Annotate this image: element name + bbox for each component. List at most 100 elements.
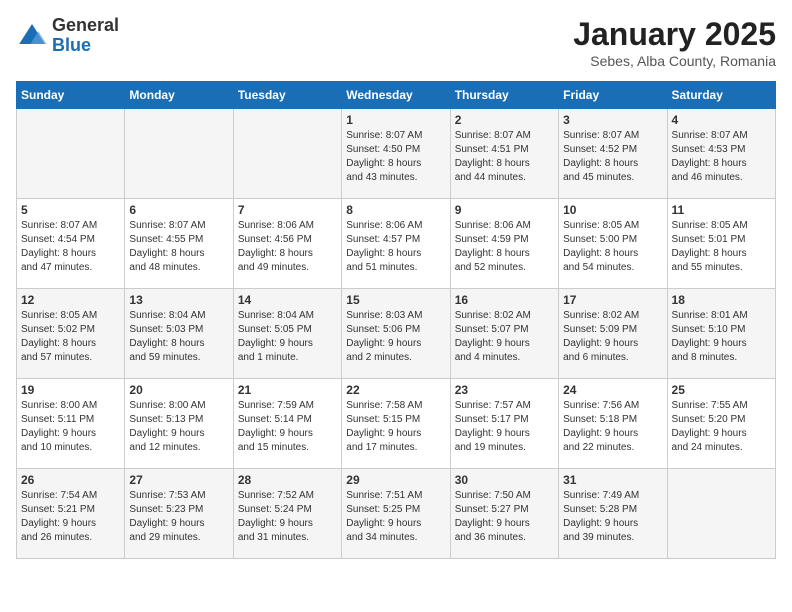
day-number: 15 [346,293,445,307]
week-row-1: 5 Sunrise: 8:07 AM Sunset: 4:54 PM Daylig… [17,199,776,289]
day-number: 16 [455,293,554,307]
day-info: Sunrise: 8:07 AM Sunset: 4:55 PM Dayligh… [129,219,228,275]
day-number: 28 [238,473,337,487]
calendar-cell: 2 Sunrise: 8:07 AM Sunset: 4:51 PM Daylig… [450,109,558,199]
day-number: 2 [455,113,554,127]
day-number: 3 [563,113,662,127]
calendar-cell: 22 Sunrise: 7:58 AM Sunset: 5:15 PM Dayli… [342,379,450,469]
day-number: 25 [672,383,771,397]
calendar-cell: 29 Sunrise: 7:51 AM Sunset: 5:25 PM Dayli… [342,469,450,559]
day-number: 5 [21,203,120,217]
calendar-cell: 12Sunrise: 8:05 AM Sunset: 5:02 PM Dayli… [17,289,125,379]
subtitle: Sebes, Alba County, Romania [573,53,776,69]
calendar-body: 1 Sunrise: 8:07 AM Sunset: 4:50 PM Daylig… [17,109,776,559]
calendar-cell: 13Sunrise: 8:04 AM Sunset: 5:03 PM Dayli… [125,289,233,379]
calendar-cell [667,469,775,559]
day-number: 29 [346,473,445,487]
header-saturday: Saturday [667,82,775,109]
day-info: Sunrise: 8:07 AM Sunset: 4:52 PM Dayligh… [563,129,662,185]
calendar-cell: 23 Sunrise: 7:57 AM Sunset: 5:17 PM Dayli… [450,379,558,469]
day-info: Sunrise: 8:06 AM Sunset: 4:59 PM Dayligh… [455,219,554,275]
day-number: 7 [238,203,337,217]
title-block: January 2025 Sebes, Alba County, Romania [573,16,776,69]
calendar-cell: 1 Sunrise: 8:07 AM Sunset: 4:50 PM Daylig… [342,109,450,199]
logo-text: General Blue [52,16,119,56]
day-info: Sunrise: 7:54 AM Sunset: 5:21 PM Dayligh… [21,489,120,545]
day-info: Sunrise: 7:58 AM Sunset: 5:15 PM Dayligh… [346,399,445,455]
day-number: 20 [129,383,228,397]
logo-icon [16,20,48,52]
logo-general-text: General [52,16,119,36]
day-number: 23 [455,383,554,397]
calendar-cell: 30Sunrise: 7:50 AM Sunset: 5:27 PM Dayli… [450,469,558,559]
calendar-cell: 7 Sunrise: 8:06 AM Sunset: 4:56 PM Daylig… [233,199,341,289]
day-number: 18 [672,293,771,307]
day-info: Sunrise: 8:06 AM Sunset: 4:56 PM Dayligh… [238,219,337,275]
day-number: 10 [563,203,662,217]
day-info: Sunrise: 8:03 AM Sunset: 5:06 PM Dayligh… [346,309,445,365]
day-number: 1 [346,113,445,127]
calendar-cell: 25 Sunrise: 7:55 AM Sunset: 5:20 PM Dayli… [667,379,775,469]
calendar-cell: 20 Sunrise: 8:00 AM Sunset: 5:13 PM Dayli… [125,379,233,469]
calendar-cell: 10Sunrise: 8:05 AM Sunset: 5:00 PM Dayli… [559,199,667,289]
day-info: Sunrise: 8:02 AM Sunset: 5:07 PM Dayligh… [455,309,554,365]
day-number: 14 [238,293,337,307]
day-number: 24 [563,383,662,397]
day-number: 31 [563,473,662,487]
day-info: Sunrise: 7:52 AM Sunset: 5:24 PM Dayligh… [238,489,337,545]
calendar-cell: 9Sunrise: 8:06 AM Sunset: 4:59 PM Daylig… [450,199,558,289]
calendar-cell: 11 Sunrise: 8:05 AM Sunset: 5:01 PM Dayli… [667,199,775,289]
day-info: Sunrise: 8:05 AM Sunset: 5:01 PM Dayligh… [672,219,771,275]
day-number: 27 [129,473,228,487]
calendar-cell: 24 Sunrise: 7:56 AM Sunset: 5:18 PM Dayli… [559,379,667,469]
header-row: SundayMondayTuesdayWednesdayThursdayFrid… [17,82,776,109]
page-header: General Blue January 2025 Sebes, Alba Co… [16,16,776,69]
logo: General Blue [16,16,119,56]
day-number: 22 [346,383,445,397]
calendar-cell: 14 Sunrise: 8:04 AM Sunset: 5:05 PM Dayli… [233,289,341,379]
day-number: 6 [129,203,228,217]
day-info: Sunrise: 7:50 AM Sunset: 5:27 PM Dayligh… [455,489,554,545]
header-sunday: Sunday [17,82,125,109]
day-info: Sunrise: 7:57 AM Sunset: 5:17 PM Dayligh… [455,399,554,455]
calendar-cell: 31Sunrise: 7:49 AM Sunset: 5:28 PM Dayli… [559,469,667,559]
day-info: Sunrise: 8:01 AM Sunset: 5:10 PM Dayligh… [672,309,771,365]
calendar-cell: 28 Sunrise: 7:52 AM Sunset: 5:24 PM Dayli… [233,469,341,559]
day-info: Sunrise: 8:07 AM Sunset: 4:54 PM Dayligh… [21,219,120,275]
day-info: Sunrise: 8:05 AM Sunset: 5:02 PM Dayligh… [21,309,120,365]
day-info: Sunrise: 8:00 AM Sunset: 5:11 PM Dayligh… [21,399,120,455]
day-info: Sunrise: 7:55 AM Sunset: 5:20 PM Dayligh… [672,399,771,455]
day-info: Sunrise: 7:51 AM Sunset: 5:25 PM Dayligh… [346,489,445,545]
day-info: Sunrise: 8:07 AM Sunset: 4:50 PM Dayligh… [346,129,445,185]
calendar-cell [17,109,125,199]
calendar-cell: 21Sunrise: 7:59 AM Sunset: 5:14 PM Dayli… [233,379,341,469]
day-info: Sunrise: 8:06 AM Sunset: 4:57 PM Dayligh… [346,219,445,275]
day-number: 11 [672,203,771,217]
calendar-cell [233,109,341,199]
calendar-cell: 5 Sunrise: 8:07 AM Sunset: 4:54 PM Daylig… [17,199,125,289]
day-info: Sunrise: 8:07 AM Sunset: 4:53 PM Dayligh… [672,129,771,185]
day-info: Sunrise: 8:00 AM Sunset: 5:13 PM Dayligh… [129,399,228,455]
calendar-cell: 16 Sunrise: 8:02 AM Sunset: 5:07 PM Dayli… [450,289,558,379]
logo-blue-text: Blue [52,36,119,56]
day-number: 26 [21,473,120,487]
day-number: 21 [238,383,337,397]
header-thursday: Thursday [450,82,558,109]
week-row-0: 1 Sunrise: 8:07 AM Sunset: 4:50 PM Daylig… [17,109,776,199]
day-info: Sunrise: 7:56 AM Sunset: 5:18 PM Dayligh… [563,399,662,455]
day-info: Sunrise: 8:04 AM Sunset: 5:05 PM Dayligh… [238,309,337,365]
header-monday: Monday [125,82,233,109]
week-row-2: 12Sunrise: 8:05 AM Sunset: 5:02 PM Dayli… [17,289,776,379]
calendar-cell: 3 Sunrise: 8:07 AM Sunset: 4:52 PM Daylig… [559,109,667,199]
day-number: 19 [21,383,120,397]
day-number: 8 [346,203,445,217]
header-wednesday: Wednesday [342,82,450,109]
day-info: Sunrise: 7:53 AM Sunset: 5:23 PM Dayligh… [129,489,228,545]
day-number: 17 [563,293,662,307]
calendar-cell: 18 Sunrise: 8:01 AM Sunset: 5:10 PM Dayli… [667,289,775,379]
day-info: Sunrise: 8:07 AM Sunset: 4:51 PM Dayligh… [455,129,554,185]
day-number: 13 [129,293,228,307]
calendar-cell: 19 Sunrise: 8:00 AM Sunset: 5:11 PM Dayli… [17,379,125,469]
calendar-header: SundayMondayTuesdayWednesdayThursdayFrid… [17,82,776,109]
calendar-cell: 6 Sunrise: 8:07 AM Sunset: 4:55 PM Daylig… [125,199,233,289]
